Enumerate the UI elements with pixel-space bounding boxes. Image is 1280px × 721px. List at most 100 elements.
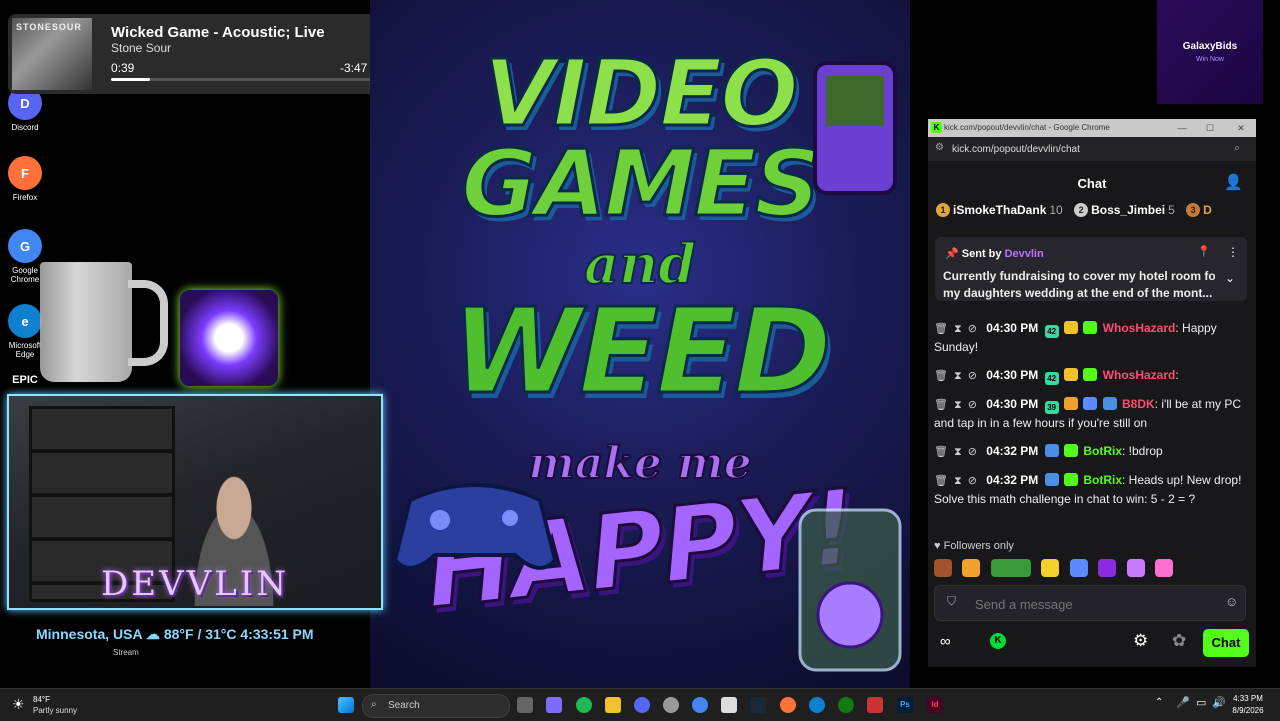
store-icon[interactable] <box>721 697 737 713</box>
leaderboard-entry[interactable]: 3 D <box>1186 203 1212 217</box>
heart-icon: ♥ <box>934 540 941 552</box>
address-bar[interactable]: ⚙ kick.com/popout/devvlin/chat ⌕ <box>928 137 1256 161</box>
delete-icon[interactable]: 🗑 <box>934 323 948 335</box>
message-user[interactable]: BotRix <box>1083 444 1122 458</box>
indesign-icon[interactable]: Id <box>927 697 943 713</box>
track-title: Wicked Game - Acoustic; Live <box>111 24 325 41</box>
chat-message[interactable]: 🗑 ⧗ ⊘ 04:32 PM BotRix: !bdrop <box>934 442 1242 461</box>
obs-icon[interactable] <box>663 697 679 713</box>
desktop-icon-epic[interactable]: EPIC <box>4 375 46 386</box>
file-explorer-icon[interactable] <box>605 697 621 713</box>
ban-icon[interactable]: ⊘ <box>968 323 977 335</box>
delete-icon[interactable]: 🗑 <box>934 399 948 411</box>
message-user[interactable]: WhosHazard <box>1103 368 1176 382</box>
send-chat-button[interactable]: Chat <box>1203 629 1249 657</box>
media-flyout[interactable]: STONESOUR Wicked Game - Acoustic; Live S… <box>8 14 384 94</box>
unpin-icon[interactable]: 📍 <box>1197 245 1211 258</box>
bot-badge-icon <box>1044 473 1059 486</box>
emote[interactable] <box>934 559 952 577</box>
site-info-icon[interactable]: ⚙ <box>935 142 944 153</box>
emote[interactable] <box>1098 559 1117 577</box>
chat-message[interactable]: 🗑 ⧗ ⊘ 04:30 PM 39 B8DK: i'll be at my PC a… <box>934 395 1242 432</box>
delete-icon[interactable]: 🗑 <box>934 370 948 382</box>
star-badge-icon <box>1083 397 1098 410</box>
emote-settings-icon[interactable]: ✿ <box>1172 631 1186 651</box>
kick-icon: K <box>931 122 942 133</box>
app-icon[interactable] <box>867 697 883 713</box>
ban-icon[interactable]: ⊘ <box>968 399 977 411</box>
leaderboard-entry[interactable]: 1 iSmokeThaDank 10 <box>936 203 1063 217</box>
minimize-button[interactable]: — <box>1175 121 1189 135</box>
chevron-up-icon[interactable]: ⌃ <box>1155 697 1163 708</box>
message-user[interactable]: B8DK <box>1122 397 1155 411</box>
timeout-icon[interactable]: ⧗ <box>954 399 962 411</box>
message-time: 04:32 PM <box>986 473 1039 487</box>
emote[interactable] <box>990 559 1031 577</box>
timeout-icon[interactable]: ⧗ <box>954 475 962 487</box>
message-user[interactable]: WhosHazard <box>1103 321 1176 335</box>
settings-gear-icon[interactable]: ⚙ <box>1133 631 1148 651</box>
chat-logo-overlay <box>180 290 278 386</box>
taskbar: ☀ 84°F Partly sunny ⌕ Search Ps Id ⌃ 🎤 ▭… <box>0 688 1280 721</box>
chevron-down-icon[interactable]: ⌄ <box>1225 271 1235 285</box>
emoji-icon[interactable]: ☺ <box>1225 594 1238 609</box>
xbox-icon[interactable] <box>838 697 854 713</box>
network-icon[interactable]: ▭ <box>1196 696 1206 709</box>
firefox-icon: F <box>8 156 42 190</box>
leader-points: 5 <box>1168 203 1175 217</box>
zoom-icon[interactable]: ⌕ <box>1234 142 1240 155</box>
chrome-taskbar-icon[interactable] <box>692 697 708 713</box>
track-progress-bar[interactable] <box>111 78 373 81</box>
maximize-button[interactable]: ☐ <box>1203 121 1217 135</box>
edge-taskbar-icon[interactable] <box>809 697 825 713</box>
chat-popout-window[interactable]: K kick.com/popout/devvlin/chat - Google … <box>928 119 1256 667</box>
timeout-icon[interactable]: ⧗ <box>954 323 962 335</box>
pinned-user[interactable]: Devvlin <box>1005 248 1044 260</box>
photoshop-icon[interactable]: Ps <box>897 697 913 713</box>
emote[interactable] <box>962 559 981 577</box>
desktop-icon-firefox[interactable]: F Firefox <box>4 156 46 202</box>
taskbar-time[interactable]: 4:33 PM <box>1223 694 1273 703</box>
ban-icon[interactable]: ⊘ <box>968 446 977 458</box>
message-user[interactable]: BotRix <box>1083 473 1122 487</box>
emote[interactable] <box>1069 559 1088 577</box>
close-button[interactable]: ✕ <box>1234 121 1248 135</box>
emote[interactable] <box>1126 559 1145 577</box>
emote[interactable] <box>1041 559 1060 577</box>
weather-sun-icon[interactable]: ☀ <box>12 696 25 713</box>
message-composer[interactable]: ⛉ ☺ <box>934 585 1246 621</box>
user-list-icon[interactable]: 👤 <box>1224 173 1243 191</box>
chat-message[interactable]: 🗑 ⧗ ⊘ 04:30 PM 42 WhosHazard: Happy Sunday… <box>934 319 1242 356</box>
infinity-icon[interactable]: ∞ <box>940 633 951 650</box>
firefox-taskbar-icon[interactable] <box>780 697 796 713</box>
mug-overlay <box>40 262 132 382</box>
microphone-icon[interactable]: 🎤 <box>1176 696 1190 709</box>
verified-badge-icon <box>1063 473 1078 486</box>
pinned-message[interactable]: 📌 Sent by Devvlin 📍 ⋮ Currently fundrais… <box>935 237 1247 301</box>
delete-icon[interactable]: 🗑 <box>934 475 948 487</box>
timeout-icon[interactable]: ⧗ <box>954 370 962 382</box>
ban-icon[interactable]: ⊘ <box>968 370 977 382</box>
spotify-icon[interactable] <box>576 697 592 713</box>
taskbar-search[interactable]: ⌕ Search <box>362 694 510 718</box>
copilot-icon[interactable] <box>546 697 562 713</box>
ban-icon[interactable]: ⊘ <box>968 475 977 487</box>
steam-icon[interactable] <box>750 697 766 713</box>
timeout-icon[interactable]: ⧗ <box>954 446 962 458</box>
pinned-line: Currently fundraising to cover my hotel … <box>943 269 1215 283</box>
chat-message[interactable]: 🗑 ⧗ ⊘ 04:32 PM BotRix: Heads up! New drop!… <box>934 471 1242 508</box>
taskbar-temperature[interactable]: 84°F <box>33 695 50 704</box>
more-options-icon[interactable]: ⋮ <box>1227 245 1239 259</box>
discord-taskbar-icon[interactable] <box>634 697 650 713</box>
chat-message[interactable]: 🗑 ⧗ ⊘ 04:30 PM 42 WhosHazard: <box>934 366 1242 385</box>
kick-rewards-icon[interactable]: K <box>990 633 1006 649</box>
task-view-icon[interactable] <box>517 697 533 713</box>
leaderboard-entry[interactable]: 2 Boss_Jimbei 5 <box>1074 203 1175 217</box>
window-titlebar[interactable]: K kick.com/popout/devvlin/chat - Google … <box>928 119 1256 137</box>
emote[interactable] <box>1155 559 1174 577</box>
start-icon[interactable] <box>338 697 354 713</box>
taskbar-date[interactable]: 8/9/2026 <box>1223 706 1273 715</box>
send-message-input[interactable] <box>973 594 1217 614</box>
ad-banner[interactable]: GalaxyBids Win Now <box>1157 0 1263 104</box>
delete-icon[interactable]: 🗑 <box>934 446 948 458</box>
